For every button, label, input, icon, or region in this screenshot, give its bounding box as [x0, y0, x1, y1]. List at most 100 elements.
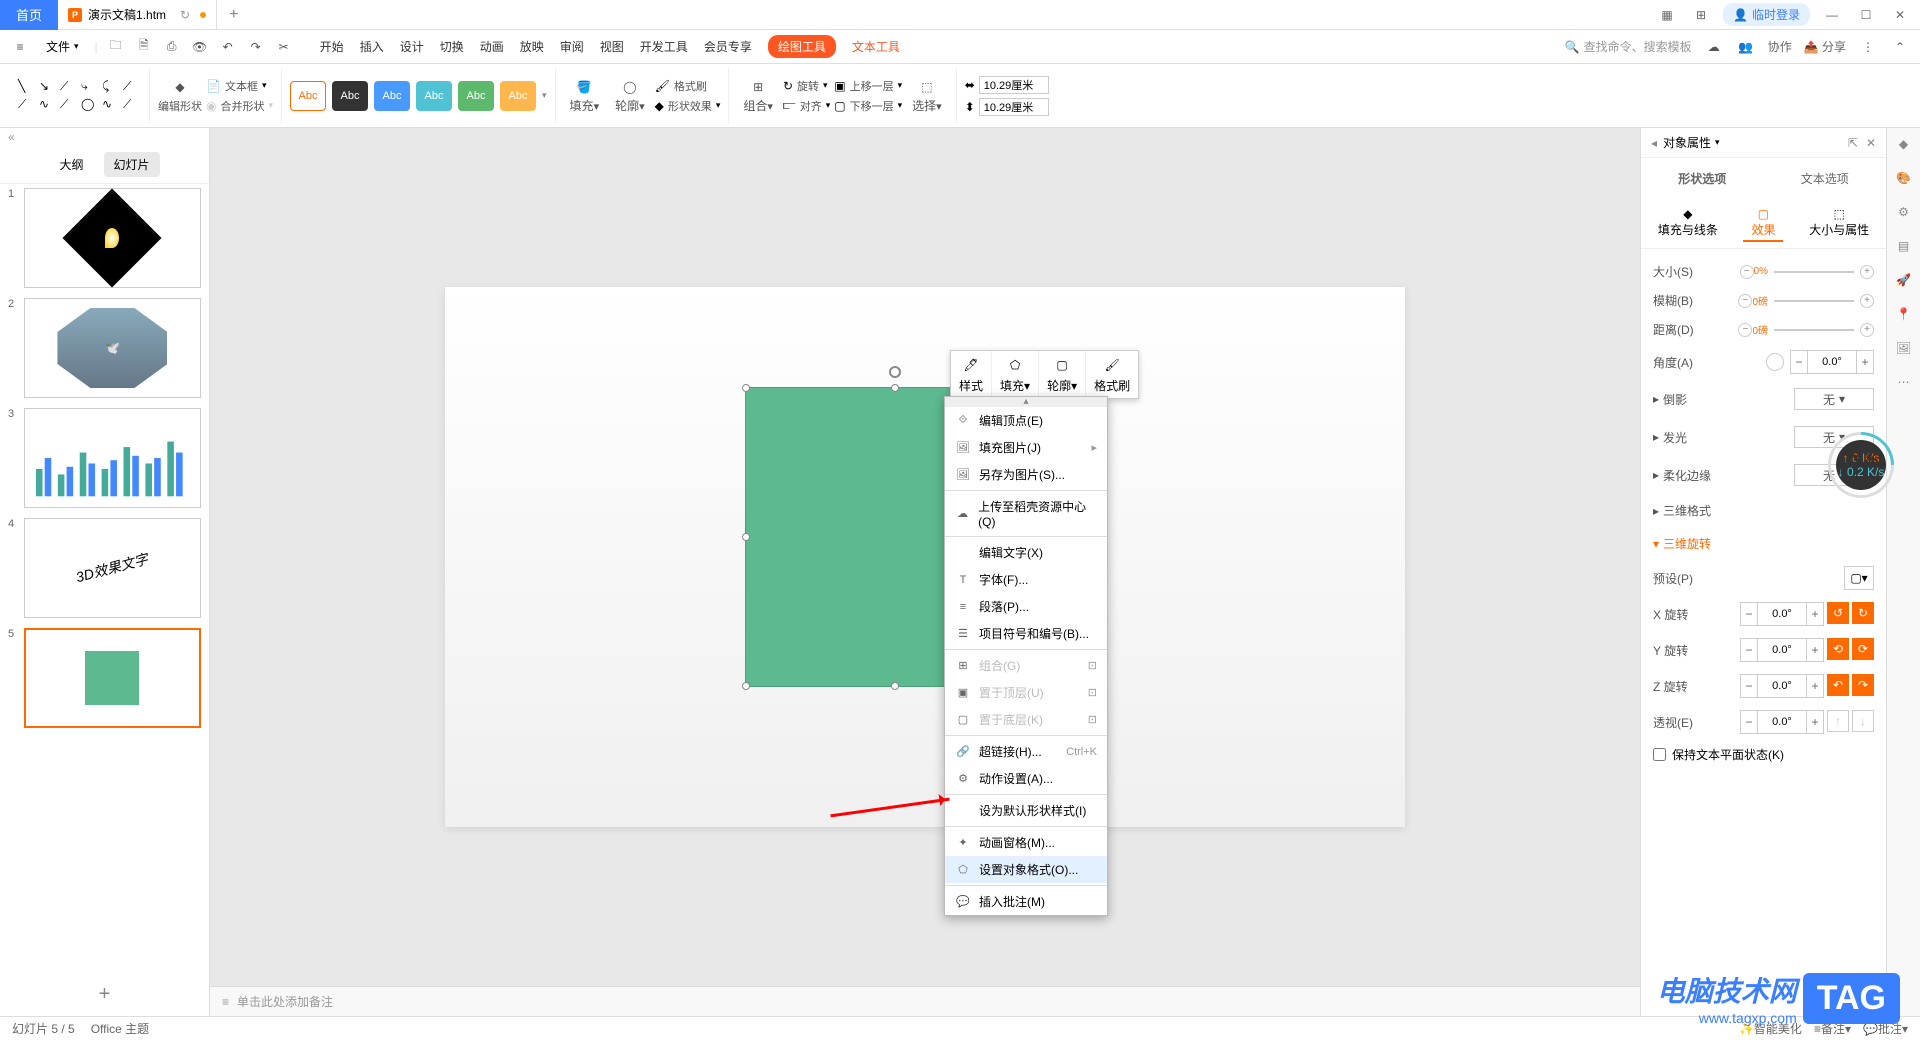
fill-line-subtab[interactable]: ◆填充与线条	[1650, 205, 1726, 242]
close-window-button[interactable]: ✕	[1888, 3, 1912, 27]
cm-format-object[interactable]: ⬠设置对象格式(O)...	[945, 856, 1107, 883]
size-plus[interactable]: +	[1860, 265, 1874, 279]
y-rot-plus[interactable]: +	[1806, 638, 1824, 662]
cm-edit-points[interactable]: ⟐编辑顶点(E)	[945, 407, 1107, 434]
mini-style-button[interactable]: 🖊样式	[951, 351, 992, 398]
side-diamond-icon[interactable]: ◆	[1894, 134, 1914, 154]
group-button[interactable]: ⊞组合▾	[737, 76, 779, 116]
slide-canvas[interactable]	[445, 287, 1405, 827]
cm-fill-picture[interactable]: 🖼填充图片(J)▸	[945, 434, 1107, 461]
dist-slider[interactable]	[1774, 329, 1854, 331]
shape-effects-button[interactable]: ◆形状效果▾	[655, 98, 721, 114]
share-button[interactable]: 📤 分享	[1804, 38, 1846, 55]
blur-plus[interactable]: +	[1860, 294, 1874, 308]
preview-icon[interactable]: 👁	[190, 37, 210, 57]
z-rot-plus[interactable]: +	[1806, 674, 1824, 698]
cm-font[interactable]: T字体(F)...	[945, 566, 1107, 593]
slide-thumbnail-5[interactable]: 5	[8, 628, 201, 728]
shape-options-tab[interactable]: 形状选项	[1670, 166, 1734, 191]
side-pin-icon[interactable]: 📍	[1894, 304, 1914, 324]
comments-toggle[interactable]: 💬批注▾	[1863, 1020, 1908, 1037]
cm-insert-comment[interactable]: 💬插入批注(M)	[945, 888, 1107, 915]
slide-thumbnail-2[interactable]: 2🕊️	[8, 298, 201, 398]
blur-minus[interactable]: −	[1738, 294, 1752, 308]
rotate-button[interactable]: ↻旋转▾	[783, 78, 830, 94]
tab-slideshow[interactable]: 放映	[520, 38, 544, 55]
saveas-icon[interactable]: 🗎	[134, 37, 154, 57]
side-layers-icon[interactable]: ▤	[1894, 236, 1914, 256]
login-badge[interactable]: 👤临时登录	[1723, 3, 1810, 26]
more-icon[interactable]: ⋮	[1858, 37, 1878, 57]
resize-handle-w[interactable]	[742, 533, 750, 541]
reflection-section[interactable]: ▸ 倒影无 ▾	[1653, 380, 1874, 418]
apps-icon[interactable]: ⊞	[1689, 3, 1713, 27]
slide-thumbnail-3[interactable]: 3	[8, 408, 201, 508]
outline-tab[interactable]: 大纲	[49, 152, 93, 177]
save-icon[interactable]: 🗀	[106, 37, 126, 57]
send-backward-button[interactable]: ▢下移一层▾	[834, 98, 902, 114]
close-panel-icon[interactable]: ✕	[1866, 136, 1876, 150]
search-input[interactable]: 🔍 查找命令、搜索模板	[1565, 38, 1692, 55]
persp-plus[interactable]: +	[1806, 710, 1824, 734]
size-minus[interactable]: −	[1740, 265, 1754, 279]
outline-button[interactable]: ◯轮廓▾	[609, 76, 651, 116]
collapse-panel-icon[interactable]: «	[0, 128, 209, 146]
notes-bar[interactable]: ≡ 单击此处添加备注	[210, 986, 1640, 1016]
tab-animation[interactable]: 动画	[480, 38, 504, 55]
y-rot-minus[interactable]: −	[1740, 638, 1758, 662]
tab-insert[interactable]: 插入	[360, 38, 384, 55]
keep-text-flat-checkbox[interactable]: 保持文本平面状态(K)	[1653, 746, 1784, 763]
z-rot-minus[interactable]: −	[1740, 674, 1758, 698]
cm-default-shape-style[interactable]: 设为默认形状样式(I)	[945, 797, 1107, 824]
x-rot-plus[interactable]: +	[1806, 602, 1824, 626]
cm-scroll-up[interactable]: ▴	[945, 397, 1107, 407]
y-rot-up[interactable]: ⟲	[1827, 638, 1849, 660]
maximize-button[interactable]: ☐	[1854, 3, 1878, 27]
dist-plus[interactable]: +	[1860, 323, 1874, 337]
mini-fill-button[interactable]: ⬠填充▾	[992, 351, 1039, 398]
mini-outline-button[interactable]: ▢轮廓▾	[1039, 351, 1086, 398]
style-gallery[interactable]: Abc Abc Abc Abc Abc Abc ▾	[282, 68, 556, 123]
rotate-handle[interactable]	[889, 366, 901, 378]
cm-bullets[interactable]: ☰项目符号和编号(B)...	[945, 620, 1107, 647]
z-rot-cw[interactable]: ↷	[1852, 674, 1874, 696]
merge-shapes-button[interactable]: ◉合并形状▾	[206, 98, 273, 114]
cm-animation-pane[interactable]: ✦动画窗格(M)...	[945, 829, 1107, 856]
y-rot-down[interactable]: ⟳	[1852, 638, 1874, 660]
persp-minus[interactable]: −	[1740, 710, 1758, 734]
z-rot-ccw[interactable]: ↶	[1827, 674, 1849, 696]
add-tab-button[interactable]: +	[217, 6, 250, 24]
resize-handle-s[interactable]	[891, 682, 899, 690]
angle-dial[interactable]	[1766, 353, 1784, 371]
cm-hyperlink[interactable]: 🔗超链接(H)...Ctrl+K	[945, 738, 1107, 765]
resize-handle-nw[interactable]	[742, 384, 750, 392]
cm-save-as-picture[interactable]: 🖼另存为图片(S)...	[945, 461, 1107, 488]
preset-select[interactable]: ▢▾	[1844, 566, 1874, 590]
dist-minus[interactable]: −	[1738, 323, 1752, 337]
select-button[interactable]: ⬚选择▾	[906, 76, 948, 116]
threed-format-section[interactable]: ▸ 三维格式	[1653, 494, 1874, 527]
effects-subtab[interactable]: ▢效果	[1743, 205, 1783, 242]
cm-upload-resource[interactable]: ☁上传至稻壳资源中心(Q)	[945, 493, 1107, 534]
textbox-button[interactable]: 📄文本框▾	[206, 78, 273, 94]
x-rot-left[interactable]: ↺	[1827, 602, 1849, 624]
file-menu[interactable]: 文件 ▾	[38, 34, 87, 59]
tab-text-tools[interactable]: 文本工具	[852, 38, 900, 55]
height-input[interactable]	[979, 98, 1049, 116]
angle-value[interactable]: 0.0°	[1808, 350, 1856, 374]
pin-icon[interactable]: ⇱	[1848, 136, 1858, 150]
add-slide-button[interactable]: +	[0, 973, 209, 1016]
smart-beautify-button[interactable]: ✨智能美化	[1739, 1020, 1802, 1037]
home-tab[interactable]: 首页	[0, 0, 58, 30]
bring-forward-button[interactable]: ▣上移一层▾	[834, 78, 902, 94]
tab-transition[interactable]: 切换	[440, 38, 464, 55]
resize-handle-sw[interactable]	[742, 682, 750, 690]
notes-toggle[interactable]: ≡备注▾	[1814, 1020, 1851, 1037]
collapse-ribbon-icon[interactable]: ⌃	[1890, 37, 1910, 57]
x-rot-right[interactable]: ↻	[1852, 602, 1874, 624]
y-rot-value[interactable]: 0.0°	[1758, 638, 1806, 662]
cut-icon[interactable]: ✂	[274, 37, 294, 57]
side-more-icon[interactable]: ⋯	[1894, 372, 1914, 392]
shape-gallery[interactable]: ╲↘⟋⤷⤹⟋ ⟋∿⟋◯∿⟋	[18, 79, 141, 112]
document-tab[interactable]: P 演示文稿1.htm ↻	[58, 0, 217, 29]
